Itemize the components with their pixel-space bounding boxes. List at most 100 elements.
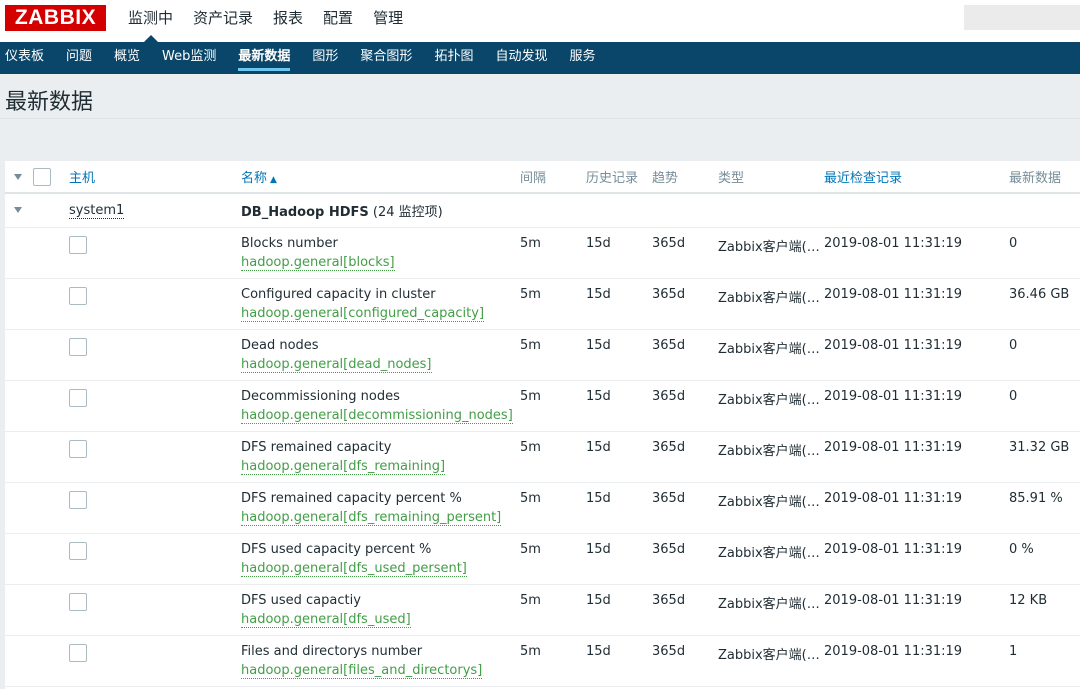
sub-menu-web[interactable]: Web监测 [162, 42, 216, 74]
item-history: 15d [586, 329, 652, 381]
table-row: DFS remained capacity percent % hadoop.ge… [5, 482, 1080, 534]
item-type: Zabbix客户端(… [718, 584, 824, 636]
item-type: Zabbix客户端(… [718, 482, 824, 534]
item-type: Zabbix客户端(… [718, 329, 824, 381]
item-type: Zabbix客户端(… [718, 635, 824, 687]
main-menu-administration[interactable]: 管理 [363, 0, 413, 42]
main-menu-monitoring[interactable]: 监测中 [118, 0, 183, 42]
chevron-down-icon [14, 173, 22, 180]
item-interval: 5m [520, 278, 586, 330]
item-name: DFS used capacity percent % [241, 541, 432, 557]
item-last-value: 12 KB [1009, 584, 1080, 636]
sub-menu-latest-data[interactable]: 最新数据 [238, 42, 291, 74]
row-checkbox[interactable] [69, 490, 87, 509]
item-key-link[interactable]: hadoop.general[blocks] [241, 255, 395, 271]
item-name: DFS remained capacity [241, 439, 392, 455]
item-interval: 5m [520, 635, 586, 687]
item-key-link[interactable]: hadoop.general[dead_nodes] [241, 357, 432, 373]
select-all-checkbox[interactable] [33, 167, 51, 186]
item-last-check: 2019-08-01 11:31:19 [824, 635, 1009, 687]
sub-menu-screens[interactable]: 聚合图形 [360, 42, 412, 74]
sub-menu-discovery[interactable]: 自动发现 [495, 42, 547, 74]
sub-menu-maps[interactable]: 拓扑图 [434, 42, 473, 74]
application-name: DB_Hadoop HDFS [241, 204, 369, 220]
item-interval: 5m [520, 329, 586, 381]
header-interval: 间隔 [520, 161, 586, 194]
item-last-value: 31.32 GB [1009, 431, 1080, 483]
row-checkbox[interactable] [69, 592, 87, 611]
sub-menu-services[interactable]: 服务 [569, 42, 595, 74]
item-key-link[interactable]: hadoop.general[dfs_used] [241, 612, 411, 628]
main-menu-configuration[interactable]: 配置 [313, 0, 363, 42]
item-trends: 365d [652, 482, 718, 534]
item-interval: 5m [520, 380, 586, 432]
item-key-link[interactable]: hadoop.general[configured_capacity] [241, 306, 485, 322]
item-name-cell: Decommissioning nodes hadoop.general[deco… [241, 380, 520, 432]
collapse-all-toggle[interactable] [5, 161, 33, 194]
item-type: Zabbix客户端(… [718, 533, 824, 585]
item-type: Zabbix客户端(… [718, 380, 824, 432]
row-checkbox[interactable] [69, 337, 87, 356]
application-group-row: system1 DB_Hadoop HDFS (24 监控项) [5, 193, 1080, 228]
item-name-cell: DFS used capactiy hadoop.general[dfs_used… [241, 584, 520, 636]
header-host[interactable]: 主机 [69, 161, 241, 194]
main-menu-reports[interactable]: 报表 [263, 0, 313, 42]
sub-menu-overview[interactable]: 概览 [114, 42, 140, 74]
item-last-check: 2019-08-01 11:31:19 [824, 227, 1009, 279]
top-header: ZABBIX 监测中 资产记录 报表 配置 管理 [0, 0, 1080, 42]
item-last-check: 2019-08-01 11:31:19 [824, 329, 1009, 381]
row-checkbox[interactable] [69, 643, 87, 662]
item-key-link[interactable]: hadoop.general[files_and_directorys] [241, 663, 483, 679]
row-checkbox[interactable] [69, 286, 87, 305]
sub-menu-problems[interactable]: 问题 [66, 42, 92, 74]
item-last-check: 2019-08-01 11:31:19 [824, 278, 1009, 330]
item-key-link[interactable]: hadoop.general[dfs_used_persent] [241, 561, 467, 577]
item-name-cell: DFS used capacity percent % hadoop.genera… [241, 533, 520, 585]
header-name[interactable]: 名称 ▲ [241, 161, 520, 194]
zabbix-logo[interactable]: ZABBIX [5, 5, 106, 31]
main-menu-inventory[interactable]: 资产记录 [183, 0, 263, 42]
row-checkbox[interactable] [69, 439, 87, 458]
item-trends: 365d [652, 227, 718, 279]
item-key-link[interactable]: hadoop.general[decommissioning_nodes] [241, 408, 513, 424]
item-name-cell: Dead nodes hadoop.general[dead_nodes] [241, 329, 520, 381]
search-input[interactable] [964, 5, 1080, 30]
item-trends: 365d [652, 635, 718, 687]
item-last-check: 2019-08-01 11:31:19 [824, 584, 1009, 636]
item-name-cell: DFS remained capacity hadoop.general[dfs_… [241, 431, 520, 483]
sub-menu-dashboard[interactable]: 仪表板 [5, 42, 44, 74]
table-header-row: 主机 名称 ▲ 间隔 历史记录 趋势 类型 最近检查记录 最新数据 [5, 161, 1080, 194]
item-last-value: 0 % [1009, 533, 1080, 585]
item-name: Configured capacity in cluster [241, 286, 436, 302]
item-trends: 365d [652, 380, 718, 432]
group-toggle[interactable] [5, 193, 33, 228]
page-title: 最新数据 [5, 90, 94, 115]
item-name-cell: DFS remained capacity percent % hadoop.ge… [241, 482, 520, 534]
table-row: Files and directorys number hadoop.genera… [5, 635, 1080, 687]
item-key-link[interactable]: hadoop.general[dfs_remaining] [241, 459, 446, 475]
sub-menu-graphs[interactable]: 图形 [312, 42, 338, 74]
item-name: Decommissioning nodes [241, 388, 400, 404]
item-history: 15d [586, 431, 652, 483]
item-history: 15d [586, 533, 652, 585]
item-trends: 365d [652, 329, 718, 381]
item-name: Files and directorys number [241, 643, 423, 659]
table-row: Configured capacity in cluster hadoop.gen… [5, 278, 1080, 330]
item-history: 15d [586, 227, 652, 279]
item-last-check: 2019-08-01 11:31:19 [824, 380, 1009, 432]
row-checkbox[interactable] [69, 235, 87, 254]
item-name-cell: Files and directorys number hadoop.genera… [241, 635, 520, 687]
table-row: DFS used capacity percent % hadoop.genera… [5, 533, 1080, 585]
row-checkbox[interactable] [69, 541, 87, 560]
table-row: Dead nodes hadoop.general[dead_nodes] 5m 15… [5, 329, 1080, 381]
item-history: 15d [586, 278, 652, 330]
item-history: 15d [586, 380, 652, 432]
host-link[interactable]: system1 [69, 202, 125, 219]
item-last-value: 36.46 GB [1009, 278, 1080, 330]
chevron-down-icon [14, 207, 22, 214]
item-key-link[interactable]: hadoop.general[dfs_remaining_persent] [241, 510, 502, 526]
item-history: 15d [586, 635, 652, 687]
header-last-check[interactable]: 最近检查记录 [824, 161, 1009, 194]
item-interval: 5m [520, 584, 586, 636]
row-checkbox[interactable] [69, 388, 87, 407]
